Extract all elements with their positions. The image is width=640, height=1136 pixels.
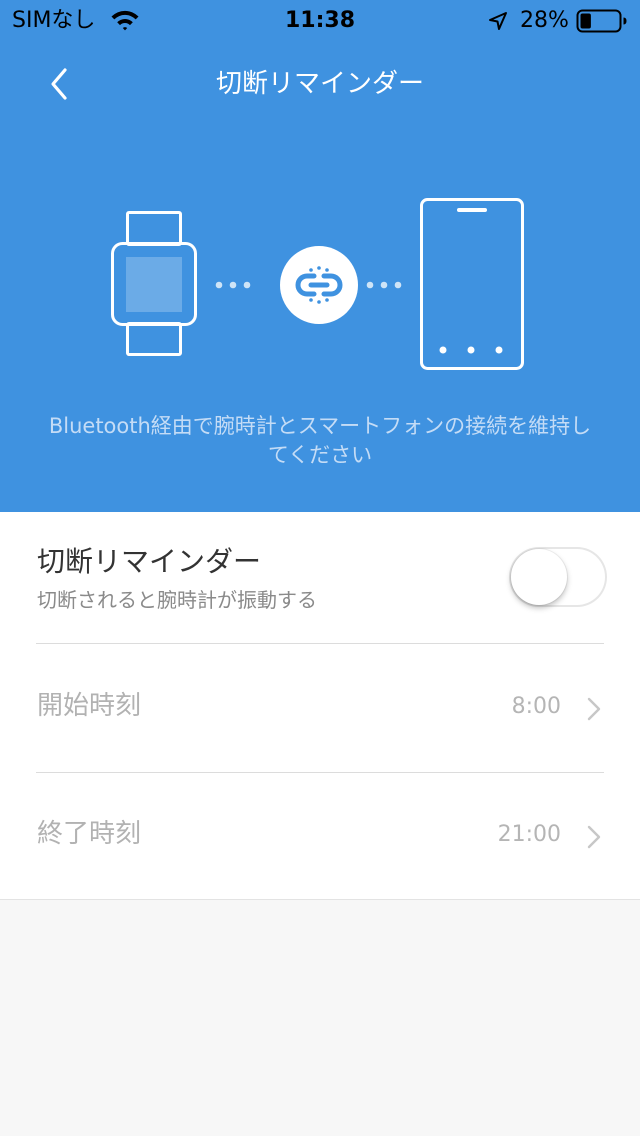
chevron-right-icon — [587, 697, 601, 721]
start-time-label: 開始時刻 — [37, 691, 142, 721]
settings-card: 切断リマインダー 切断されると腕時計が振動する 開始時刻 8:00 終了時刻 2… — [0, 512, 640, 900]
chevron-right-icon — [587, 825, 601, 849]
dots-left — [215, 281, 251, 289]
smartphone-icon — [420, 198, 524, 370]
disconnect-reminder-toggle[interactable] — [509, 547, 607, 607]
connection-illustration — [111, 198, 524, 370]
end-time-row[interactable]: 終了時刻 21:00 — [36, 772, 604, 900]
start-time-value: 8:00 — [511, 694, 561, 719]
location-arrow-icon — [489, 12, 507, 30]
disconnect-reminder-row: 切断リマインダー 切断されると腕時計が振動する — [36, 512, 607, 644]
end-time-value: 21:00 — [497, 822, 561, 847]
hero-description: Bluetooth経由で腕時計とスマートフォンの接続を維持してください — [48, 414, 592, 467]
end-time-label: 終了時刻 — [37, 819, 142, 849]
page-title: 切断リマインダー — [215, 69, 424, 99]
toggle-knob — [511, 549, 567, 605]
battery-percent: 28% — [520, 8, 569, 33]
start-time-row[interactable]: 開始時刻 8:00 — [36, 644, 604, 773]
status-bar: SIMなし 11:38 28% — [0, 0, 640, 40]
disconnect-reminder-subtitle: 切断されると腕時計が振動する — [37, 588, 317, 612]
disconnect-reminder-title: 切断リマインダー — [37, 545, 262, 578]
dots-right — [366, 281, 402, 289]
header-banner: SIMなし 11:38 28% 切断リマインダー Bluetooth経由で腕時計… — [0, 0, 640, 512]
watch-screen — [126, 257, 182, 312]
battery-icon — [576, 9, 627, 33]
